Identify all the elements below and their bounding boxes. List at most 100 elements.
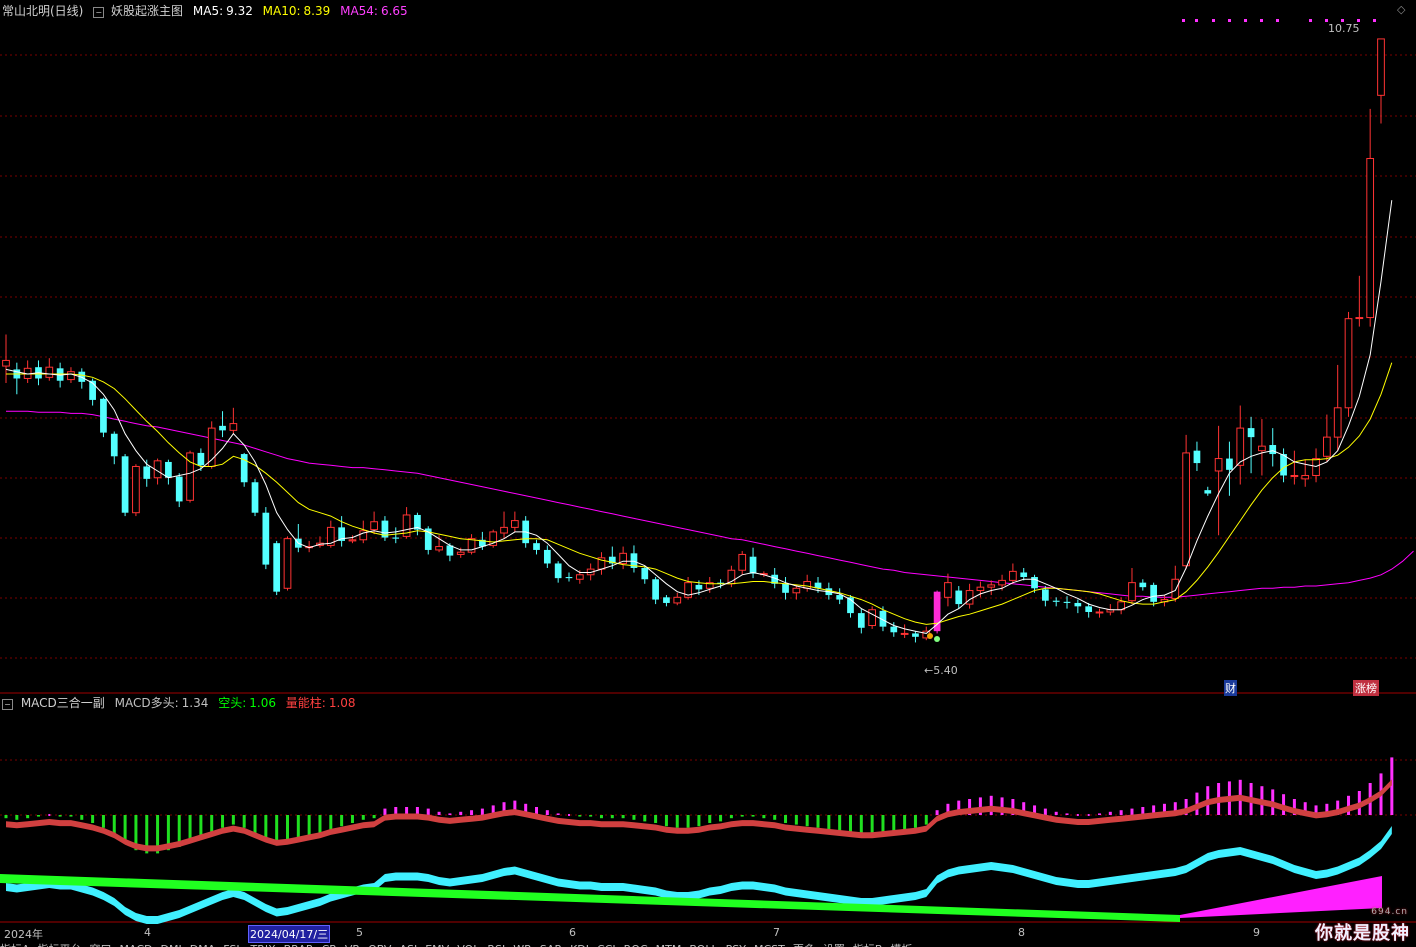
candle-body: [1236, 427, 1245, 466]
macd-bar: [231, 815, 235, 825]
indicator-tab[interactable]: 指标B: [853, 943, 883, 947]
indicator-tab[interactable]: 模板: [890, 943, 912, 947]
candle-body: [1182, 452, 1190, 567]
macd-bar: [350, 815, 354, 823]
macd-bar: [610, 815, 614, 819]
macd-subchart: [0, 757, 1394, 924]
indicator-tab[interactable]: VR: [345, 943, 360, 947]
candle-body: [456, 551, 465, 555]
candle-body: [2, 359, 10, 367]
macd-bar: [1098, 813, 1102, 815]
indicator-tab[interactable]: 指标A: [0, 943, 30, 947]
macd-bar: [253, 815, 257, 835]
high-price-label: 10.75: [1328, 22, 1360, 35]
candle-body: [890, 626, 898, 633]
indicator-tab[interactable]: EMV: [425, 943, 449, 947]
lower-ribbon: [6, 826, 1392, 924]
candle-body: [792, 587, 801, 594]
macd-bar: [545, 810, 549, 815]
macd-bar: [1043, 808, 1047, 815]
macd-bar: [654, 815, 658, 823]
indicator-tab[interactable]: DMI: [161, 943, 182, 947]
indicator-tab[interactable]: ROC: [624, 943, 648, 947]
macd-bar: [221, 815, 225, 828]
volume-band: [1180, 876, 1382, 918]
indicator-tab[interactable]: 指标平台: [38, 943, 82, 947]
signal-dot: [1228, 19, 1231, 22]
ma54-value: 6.65: [380, 4, 408, 18]
macd-bar: [372, 815, 376, 819]
macd-long-value: 1.34: [181, 696, 209, 710]
indicator-tabs: 指标A 指标平台 窗口 MACD DMI DMA FSL TRIX BRAR CR VR OBV ASI…: [0, 941, 1416, 947]
indicator-tab[interactable]: DMA: [190, 943, 216, 947]
minus-icon[interactable]: −: [93, 7, 105, 18]
candle-body: [1214, 458, 1223, 472]
macd-bar: [751, 815, 755, 817]
indicator-name: 妖股起涨主图: [111, 4, 184, 18]
indicator-tab[interactable]: BRAR: [284, 943, 314, 947]
indicator-tab[interactable]: MTM: [656, 943, 682, 947]
indicator-tab[interactable]: VOL: [457, 943, 479, 947]
indicator-tab[interactable]: 更多: [793, 943, 815, 947]
candle-body: [67, 371, 75, 381]
indicator-tab[interactable]: ASI: [399, 943, 417, 947]
candle-body: [435, 546, 443, 551]
candle-body: [370, 521, 378, 531]
candle-body: [348, 539, 357, 542]
candle-body: [1333, 407, 1342, 438]
macd-bar: [437, 811, 441, 815]
macd-bar: [1054, 811, 1058, 815]
indicator-tab[interactable]: PSY: [726, 943, 746, 947]
watermark-sub: 694.cn: [1371, 907, 1408, 917]
low-price-label: ←5.40: [924, 664, 958, 677]
candle-body: [803, 581, 812, 589]
macd-bar: [924, 815, 928, 825]
macd-bar: [621, 815, 625, 819]
indicator-tab[interactable]: CR: [322, 943, 337, 947]
minus-icon[interactable]: −: [2, 699, 13, 710]
diamond-icon[interactable]: ◇: [1397, 3, 1405, 17]
candle-body: [1355, 317, 1364, 320]
candle-body: [998, 579, 1006, 586]
candle-body: [110, 433, 118, 457]
indicator-tab[interactable]: MCST: [754, 943, 785, 947]
indicator-tab[interactable]: SAR: [540, 943, 562, 947]
candle-body: [1009, 570, 1017, 581]
indicator-tab[interactable]: BOLL: [689, 943, 717, 947]
signal-dot: [1309, 19, 1312, 22]
candle-body: [554, 563, 562, 579]
limit-up-badge[interactable]: 涨榜: [1353, 680, 1379, 696]
candle-body: [165, 461, 172, 478]
macd-long-label: MACD多头:: [114, 696, 179, 710]
indicator-tab[interactable]: KDJ: [570, 943, 589, 947]
indicator-tab[interactable]: CCI: [597, 943, 616, 947]
candle-body: [100, 398, 107, 433]
indicator-tab[interactable]: 设置: [823, 943, 845, 947]
candle-body: [1042, 589, 1049, 601]
macd-bar: [361, 815, 365, 820]
macd-bar: [848, 815, 852, 833]
indicator-tab[interactable]: FSL: [223, 943, 242, 947]
indicator-tab[interactable]: OBV: [368, 943, 391, 947]
candle-body: [1031, 577, 1038, 589]
macd-bar: [805, 815, 809, 827]
macd-bar: [383, 808, 387, 815]
indicator-tab[interactable]: WR: [513, 943, 532, 947]
candle-body: [511, 520, 519, 528]
chart-header: 常山北明(日线) − 妖股起涨主图 MA5: 9.32 MA10: 8.39 MA5…: [2, 4, 408, 18]
candle-body: [143, 466, 151, 479]
macd-bar: [15, 815, 19, 820]
finance-badge[interactable]: 财: [1224, 680, 1237, 696]
indicator-tab[interactable]: RSI: [487, 943, 505, 947]
watermark-text: 你就是股神: [1315, 923, 1410, 944]
candle-body: [1247, 428, 1255, 438]
macd-bar: [881, 815, 885, 833]
signal-dot: [1182, 19, 1185, 22]
candle-body: [446, 545, 454, 556]
macd-bar: [80, 815, 84, 820]
indicator-tab[interactable]: TRIX: [250, 943, 275, 947]
indicator-tab[interactable]: MACD: [120, 943, 153, 947]
indicator-tab[interactable]: 窗口: [90, 943, 112, 947]
macd-bar: [1076, 814, 1079, 816]
macd-bar: [686, 815, 690, 828]
